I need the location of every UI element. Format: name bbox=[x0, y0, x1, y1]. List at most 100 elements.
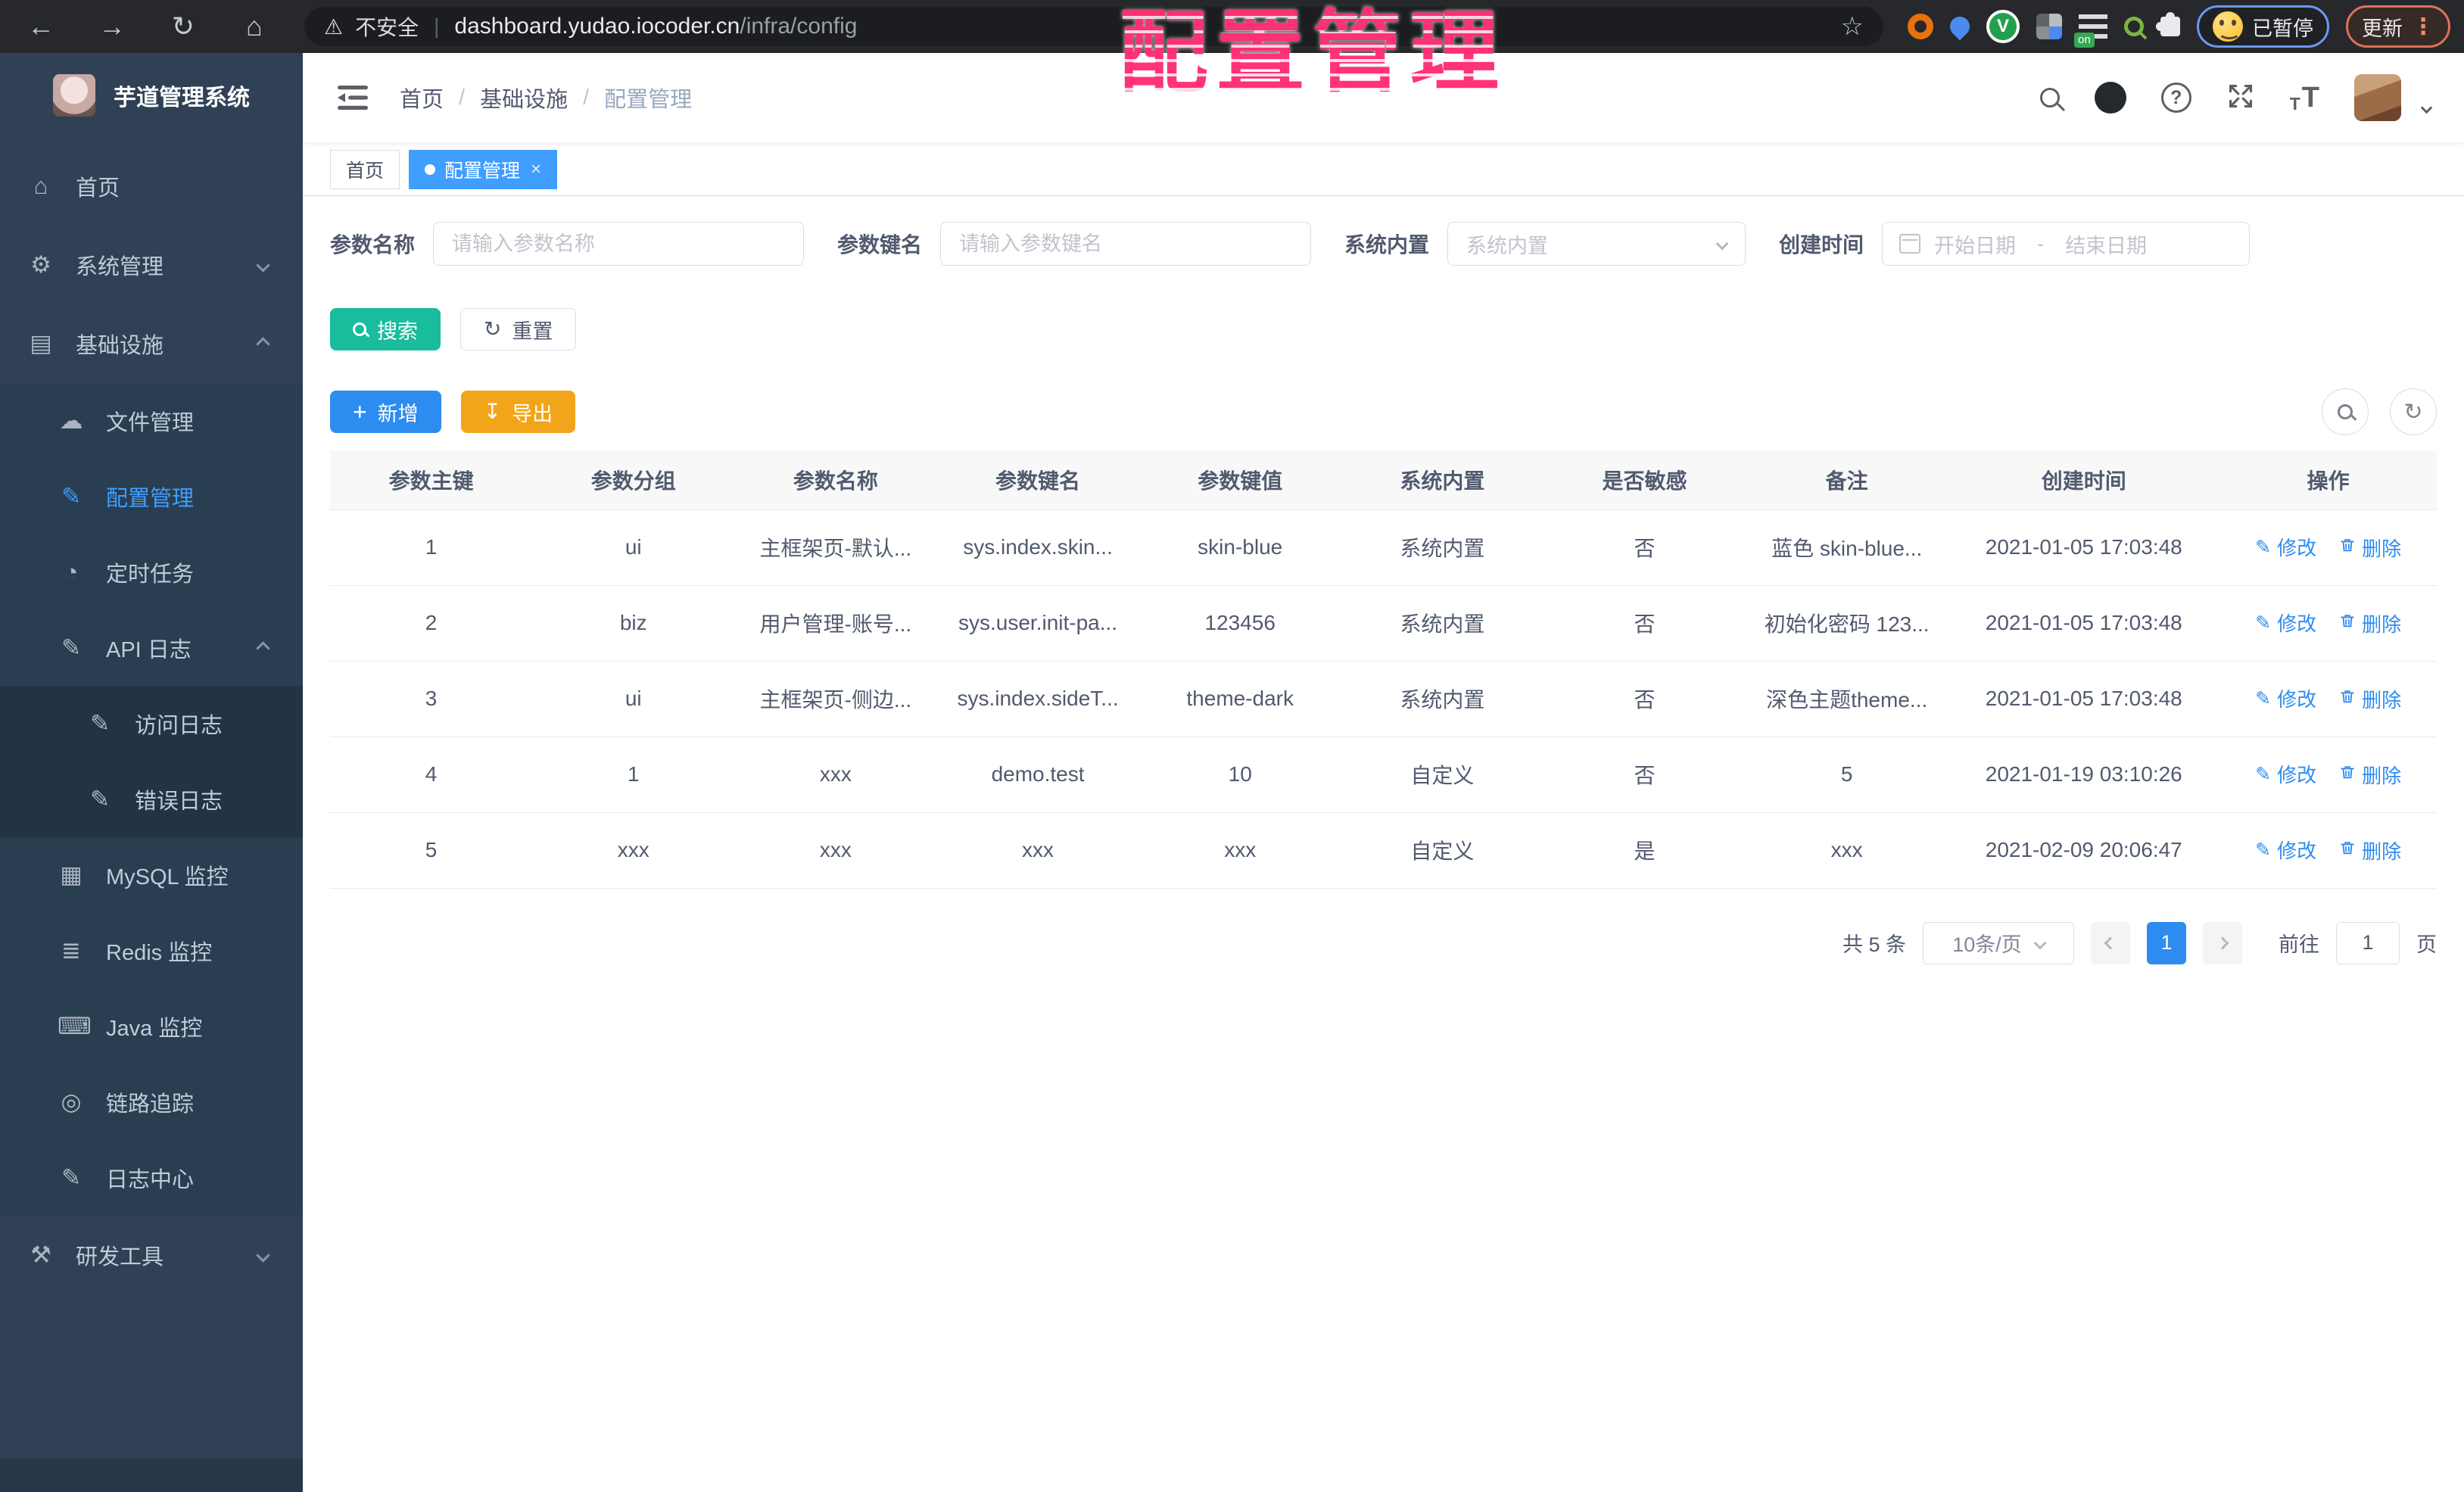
browser-profile-button[interactable]: 已暂停 bbox=[2197, 5, 2329, 48]
table-cell: 1 bbox=[532, 737, 735, 813]
sidebar-item-dev-tools[interactable]: ⚒ 研发工具 bbox=[0, 1216, 303, 1294]
user-avatar[interactable] bbox=[2354, 74, 2401, 121]
extension-ring-icon[interactable] bbox=[1908, 14, 1933, 39]
table-cell: xxx bbox=[734, 737, 937, 813]
next-page-button[interactable] bbox=[2203, 921, 2242, 964]
font-size-icon[interactable]: TT bbox=[2290, 82, 2319, 114]
chevron-down-icon[interactable] bbox=[2420, 101, 2433, 114]
select-placeholder: 系统内置 bbox=[1466, 234, 1549, 257]
search-icon bbox=[353, 322, 366, 336]
edit-link[interactable]: ✎ 修改 bbox=[2255, 609, 2316, 637]
add-button[interactable]: + 新增 bbox=[330, 391, 441, 433]
sidebar-item-link-tracing[interactable]: ◎ 链路追踪 bbox=[0, 1064, 303, 1140]
extension-pin-icon[interactable] bbox=[1945, 12, 1974, 41]
column-header: 参数键值 bbox=[1139, 450, 1341, 510]
sidebar-item-config-management[interactable]: ✎ 配置管理 bbox=[0, 459, 303, 534]
edit-link[interactable]: ✎ 修改 bbox=[2255, 533, 2316, 561]
current-page-button[interactable]: 1 bbox=[2147, 921, 2186, 964]
breadcrumb-item[interactable]: 基础设施 bbox=[480, 82, 568, 114]
delete-link[interactable]: 删除 bbox=[2339, 836, 2401, 864]
sidebar-item-file-management[interactable]: ☁ 文件管理 bbox=[0, 383, 303, 459]
tab-home[interactable]: 首页 bbox=[330, 150, 400, 189]
address-bar[interactable]: ⚠ 不安全 | dashboard.yudao.iocoder.cn/infra… bbox=[304, 7, 1883, 46]
edit-link[interactable]: ✎ 修改 bbox=[2255, 836, 2316, 864]
add-button-label: 新增 bbox=[377, 402, 419, 425]
sidebar-item-redis-monitor[interactable]: ≣ Redis 监控 bbox=[0, 913, 303, 989]
dashboard-icon: ⌂ bbox=[33, 173, 48, 199]
search-icon[interactable] bbox=[2039, 88, 2060, 107]
table-cell: sys.user.init-pa... bbox=[936, 585, 1139, 662]
sidebar-item-scheduled-jobs[interactable]: ◔ 定时任务 bbox=[0, 534, 303, 610]
extension-sprout-icon[interactable] bbox=[2124, 17, 2144, 36]
chevron-right-icon bbox=[2216, 936, 2229, 949]
search-button[interactable]: 搜索 bbox=[330, 308, 441, 350]
sidebar-item-label: 访问日志 bbox=[135, 714, 223, 738]
breadcrumb-separator: / bbox=[583, 85, 590, 110]
table-cell: 10 bbox=[1139, 737, 1341, 813]
prev-page-button[interactable] bbox=[2091, 921, 2130, 964]
download-icon: ↧ bbox=[483, 400, 502, 423]
extension-list-icon[interactable]: on bbox=[2074, 14, 2107, 48]
hamburger-fold-icon[interactable] bbox=[336, 84, 369, 111]
param-name-input[interactable] bbox=[433, 222, 805, 266]
browser-back-button[interactable]: ← bbox=[20, 11, 62, 42]
sidebar-item-infrastructure[interactable]: ▤ 基础设施 bbox=[0, 304, 303, 383]
date-range-picker[interactable]: 开始日期 - 结束日期 bbox=[1882, 222, 2251, 266]
table-toolbar: + 新增 ↧ 导出 ↻ bbox=[330, 388, 2437, 435]
extensions-puzzle-icon[interactable] bbox=[2156, 12, 2180, 36]
delete-link[interactable]: 删除 bbox=[2339, 609, 2401, 637]
sidebar-item-error-log[interactable]: ✎ 错误日志 bbox=[0, 762, 303, 837]
table-refresh-button[interactable]: ↻ bbox=[2390, 388, 2437, 435]
table-cell: 主框架页-侧边... bbox=[734, 661, 937, 737]
sidebar-item-system-management[interactable]: ⚙ 系统管理 bbox=[0, 226, 303, 304]
sidebar-item-home[interactable]: ⌂ 首页 bbox=[0, 147, 303, 226]
table-row: 4 1 xxx demo.test 10 自定义否 5 2021-01-19 03:10:26… bbox=[330, 737, 2437, 813]
app-logo-row[interactable]: 芋道管理系统 bbox=[0, 53, 303, 126]
sidebar-item-log-center[interactable]: ✎ 日志中心 bbox=[0, 1140, 303, 1216]
edit-pencil-icon: ✎ bbox=[2255, 612, 2272, 634]
goto-page-input[interactable] bbox=[2336, 921, 2400, 964]
browser-update-menu-button[interactable]: 更新 ⋮ bbox=[2346, 5, 2450, 48]
sidebar-footer bbox=[0, 1459, 303, 1492]
sidebar-item-label: 基础设施 bbox=[76, 334, 164, 358]
breadcrumb-item[interactable]: 首页 bbox=[400, 82, 444, 114]
github-icon[interactable] bbox=[2094, 82, 2126, 114]
fullscreen-icon[interactable] bbox=[2226, 82, 2255, 114]
browser-home-button[interactable]: ⌂ bbox=[233, 11, 276, 42]
delete-link[interactable]: 删除 bbox=[2339, 534, 2401, 562]
table-cell: 系统内置 bbox=[1341, 585, 1544, 662]
sidebar-item-label: 定时任务 bbox=[106, 562, 195, 587]
sidebar-item-mysql-monitor[interactable]: ▦ MySQL 监控 bbox=[0, 837, 303, 913]
browser-reload-button[interactable]: ↻ bbox=[162, 11, 204, 42]
built-in-select[interactable]: 系统内置 bbox=[1447, 222, 1746, 266]
delete-link[interactable]: 删除 bbox=[2339, 685, 2401, 713]
table-cell: 主框架页-默认... bbox=[734, 509, 937, 586]
edit-link[interactable]: ✎ 修改 bbox=[2255, 760, 2316, 788]
page-size-select[interactable]: 10条/页 bbox=[1923, 921, 2074, 964]
sidebar-item-java-monitor[interactable]: ⌨ Java 监控 bbox=[0, 989, 303, 1064]
browser-forward-button[interactable]: → bbox=[91, 11, 133, 42]
table-cell: 系统内置 bbox=[1341, 509, 1544, 586]
table-cell: 用户管理-账号... bbox=[734, 585, 937, 662]
delete-link[interactable]: 删除 bbox=[2339, 761, 2401, 789]
table-search-toggle-button[interactable] bbox=[2322, 388, 2369, 435]
help-icon[interactable]: ? bbox=[2160, 83, 2191, 113]
chevron-up-icon bbox=[256, 336, 270, 351]
export-button[interactable]: ↧ 导出 bbox=[460, 391, 576, 433]
extension-badge: on bbox=[2074, 33, 2095, 48]
bookmark-star-icon[interactable]: ☆ bbox=[1841, 11, 1864, 42]
column-header: 参数主键 bbox=[330, 450, 533, 510]
tab-config-management[interactable]: 配置管理 × bbox=[409, 150, 558, 189]
filter-form: 参数名称 参数键名 系统内置 系统内置 创建时间 开始日期 - 结束日期 bbox=[330, 222, 2437, 266]
reset-button[interactable]: ↻ 重置 bbox=[460, 308, 577, 350]
extension-vue-icon[interactable]: V bbox=[1986, 10, 2020, 43]
param-key-input[interactable] bbox=[940, 222, 1312, 266]
trash-icon bbox=[2339, 612, 2356, 634]
sidebar-item-access-log[interactable]: ✎ 访问日志 bbox=[0, 686, 303, 762]
table-cell: 2021-01-05 17:03:48 bbox=[1948, 661, 2220, 737]
edit-link[interactable]: ✎ 修改 bbox=[2255, 684, 2316, 712]
extension-grid-icon[interactable] bbox=[2036, 14, 2062, 39]
refresh-icon: ↻ bbox=[484, 317, 502, 341]
sidebar-item-api-log[interactable]: ✎ API 日志 bbox=[0, 610, 303, 686]
close-icon[interactable]: × bbox=[531, 159, 541, 180]
